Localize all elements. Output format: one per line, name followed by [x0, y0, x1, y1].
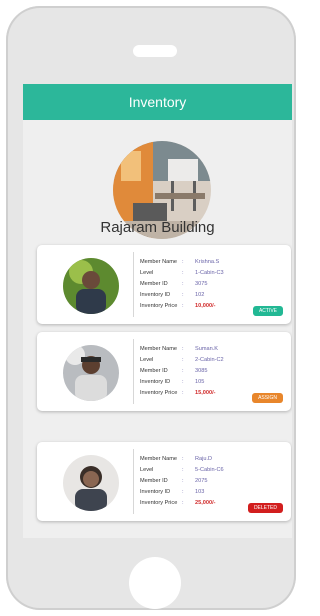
building-name: Rajaram Building: [100, 219, 215, 236]
member-id-row: Member ID : 2075: [140, 476, 224, 487]
status-badge[interactable]: DELETED: [247, 503, 283, 513]
app-header: Inventory: [23, 84, 292, 120]
inventory-id-label: Inventory ID: [140, 489, 171, 495]
colon: :: [182, 379, 184, 385]
inventory-price-label: Inventory Price: [140, 390, 178, 396]
member-id-label: Member ID: [140, 478, 168, 484]
inventory-price-row: Inventory Price : 15,000/-: [140, 388, 224, 399]
colon: :: [182, 346, 184, 352]
colon: :: [182, 303, 184, 309]
member-name-row: Member Name : Raju.D: [140, 454, 224, 465]
colon: :: [182, 270, 184, 276]
colon: :: [182, 456, 184, 462]
member-name-row: Member Name : Krishna.S: [140, 257, 224, 268]
page-title: Inventory: [128, 94, 187, 110]
colon: :: [182, 390, 184, 396]
member-name-label: Member Name: [140, 456, 177, 462]
inventory-id-value: 103: [195, 489, 205, 495]
status-badge[interactable]: ACTIVE: [252, 306, 283, 316]
member-avatar-icon: [63, 455, 119, 511]
member-id-label: Member ID: [140, 281, 168, 287]
member-card[interactable]: Member Name : Suman.K Level : 2-Cabin-C2…: [37, 332, 291, 411]
inventory-price-row: Inventory Price : 10,000/-: [140, 301, 224, 312]
level-label: Level: [140, 467, 154, 473]
member-id-row: Member ID : 3075: [140, 279, 224, 290]
inventory-price-value: 10,000/-: [195, 303, 216, 309]
inventory-price-label: Inventory Price: [140, 500, 178, 506]
member-avatar: [63, 455, 119, 511]
card-divider: [133, 339, 134, 404]
member-card[interactable]: Member Name : Raju.D Level : 5-Cabin-C6 …: [37, 442, 291, 521]
colon: :: [182, 292, 184, 298]
home-button[interactable]: [129, 557, 181, 609]
inventory-id-label: Inventory ID: [140, 292, 171, 298]
member-avatar-icon: [63, 258, 119, 314]
colon: :: [182, 467, 184, 473]
member-details: Member Name : Raju.D Level : 5-Cabin-C6 …: [140, 454, 224, 509]
level-row: Level : 1-Cabin-C3: [140, 268, 224, 279]
member-name-label: Member Name: [140, 259, 177, 265]
inventory-price-value: 15,000/-: [195, 390, 216, 396]
level-row: Level : 5-Cabin-C6: [140, 465, 224, 476]
inventory-price-value: 25,000/-: [195, 500, 216, 506]
member-avatar-icon: [63, 345, 119, 401]
member-card[interactable]: Member Name : Krishna.S Level : 1-Cabin-…: [37, 245, 291, 324]
member-id-value: 3085: [195, 368, 208, 374]
colon: :: [182, 489, 184, 495]
member-name-row: Member Name : Suman.K: [140, 344, 224, 355]
member-name-value: Suman.K: [195, 346, 219, 352]
member-id-label: Member ID: [140, 368, 168, 374]
inventory-id-label: Inventory ID: [140, 379, 171, 385]
member-name-value: Krishna.S: [195, 259, 220, 265]
member-name-value: Raju.D: [195, 456, 213, 462]
level-label: Level: [140, 357, 154, 363]
phone-frame: Inventory Rajaram Building Member Name:…: [6, 6, 296, 610]
card-divider: [133, 449, 134, 514]
member-id-row: Member ID : 3085: [140, 366, 224, 377]
colon: :: [182, 478, 184, 484]
inventory-id-value: 105: [195, 379, 205, 385]
member-details: Member Name : Suman.K Level : 2-Cabin-C2…: [140, 344, 224, 399]
card-divider: [133, 252, 134, 317]
level-value: 2-Cabin-C2: [195, 357, 224, 363]
level-label: Level: [140, 270, 154, 276]
inventory-id-row: Inventory ID : 103: [140, 487, 224, 498]
level-value: 1-Cabin-C3: [195, 270, 224, 276]
inventory-price-row: Inventory Price : 25,000/-: [140, 498, 224, 509]
inventory-price-label: Inventory Price: [140, 303, 178, 309]
member-id-value: 2075: [195, 478, 208, 484]
level-value: 5-Cabin-C6: [195, 467, 224, 473]
inventory-id-value: 102: [195, 292, 205, 298]
speaker-slot: [133, 45, 177, 57]
member-avatar: [63, 345, 119, 401]
colon: :: [182, 259, 184, 265]
member-name-label: Member Name: [140, 346, 177, 352]
colon: :: [182, 368, 184, 374]
inventory-id-row: Inventory ID : 105: [140, 377, 224, 388]
colon: :: [182, 357, 184, 363]
member-details: Member Name : Krishna.S Level : 1-Cabin-…: [140, 257, 224, 312]
colon: :: [182, 281, 184, 287]
level-row: Level : 2-Cabin-C2: [140, 355, 224, 366]
member-id-value: 3075: [195, 281, 208, 287]
colon: :: [182, 500, 184, 506]
app-screen: Inventory Rajaram Building Member Name:…: [23, 84, 292, 538]
inventory-id-row: Inventory ID : 102: [140, 290, 224, 301]
status-badge[interactable]: ASSIGN: [252, 393, 283, 403]
member-avatar: [63, 258, 119, 314]
